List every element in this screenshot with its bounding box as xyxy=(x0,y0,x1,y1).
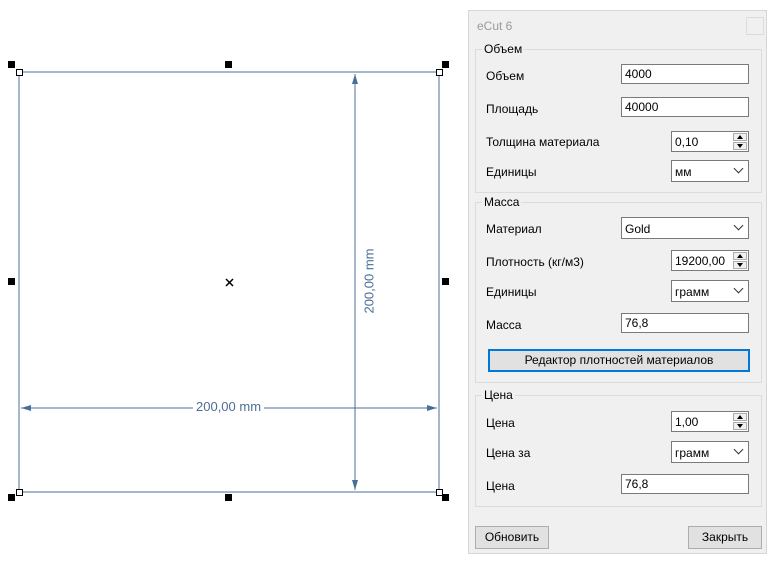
mass-label: Масса xyxy=(486,318,522,332)
handle-bottom-right[interactable] xyxy=(442,494,449,501)
material-select[interactable]: Gold xyxy=(621,217,749,239)
mass-units-select[interactable]: грамм xyxy=(671,280,749,302)
mass-group-title: Масса xyxy=(482,195,522,209)
density-value: 19200,00 xyxy=(675,254,726,268)
price-per-label: Цена за xyxy=(486,446,531,460)
mass-input[interactable]: 76,8 xyxy=(621,313,749,333)
panel-titlebar[interactable]: eCut 6 xyxy=(469,11,766,41)
mass-units-label: Единицы xyxy=(486,285,537,299)
close-button[interactable]: Закрыть xyxy=(688,526,762,549)
width-dimension-label: 200,00 mm xyxy=(193,400,265,414)
handle-top-center[interactable] xyxy=(225,61,232,68)
spin-down-icon[interactable] xyxy=(733,422,747,430)
density-editor-button[interactable]: Редактор плотностей материалов xyxy=(488,349,750,372)
area-label: Площадь xyxy=(486,102,539,116)
mass-group: Масса Материал Gold Плотность (кг/м3) 19… xyxy=(475,195,762,383)
handle-bottom-center[interactable] xyxy=(225,494,232,501)
spin-up-icon[interactable] xyxy=(733,252,747,260)
chevron-down-icon xyxy=(733,220,744,231)
price-group-title: Цена xyxy=(482,388,515,402)
node-bottom-right[interactable] xyxy=(436,489,443,496)
drawing-svg xyxy=(18,71,440,493)
chevron-down-icon xyxy=(733,283,744,294)
density-label: Плотность (кг/м3) xyxy=(486,255,584,269)
volume-group: Объем Объем 4000 Площадь 40000 Толщина м… xyxy=(475,42,762,193)
close-window-button[interactable] xyxy=(746,17,764,35)
material-value: Gold xyxy=(625,222,651,236)
density-spin-arrows[interactable] xyxy=(733,252,747,269)
price-per-select[interactable]: грамм xyxy=(671,441,749,463)
width-arrow-right xyxy=(427,405,437,411)
node-bottom-left[interactable] xyxy=(16,489,23,496)
handle-top-right[interactable] xyxy=(442,61,449,68)
panel-title: eCut 6 xyxy=(477,19,513,33)
chevron-down-icon xyxy=(733,444,744,455)
price-spin-arrows[interactable] xyxy=(733,413,747,430)
price-group: Цена Цена 1,00 Цена за грамм Цена 76,8 xyxy=(475,388,762,507)
total-price-input[interactable]: 76,8 xyxy=(621,474,749,494)
material-label: Материал xyxy=(486,222,542,236)
drawing-canvas[interactable]: 200,00 mm 200,00 mm xyxy=(0,0,466,570)
spin-down-icon[interactable] xyxy=(733,261,747,269)
handle-middle-left[interactable] xyxy=(8,278,15,285)
handle-middle-right[interactable] xyxy=(442,278,449,285)
spin-up-icon[interactable] xyxy=(733,133,747,141)
height-arrow-top xyxy=(352,74,358,84)
thickness-spinbox[interactable]: 0,10 xyxy=(671,131,749,152)
chevron-down-icon xyxy=(733,163,744,174)
price-per-value: грамм xyxy=(675,446,710,460)
volume-units-select[interactable]: мм xyxy=(671,160,749,182)
refresh-button[interactable]: Обновить xyxy=(475,526,549,549)
node-top-right[interactable] xyxy=(436,69,443,76)
height-arrow-bottom xyxy=(352,480,358,490)
thickness-value: 0,10 xyxy=(675,135,699,149)
price-spinbox[interactable]: 1,00 xyxy=(671,411,749,432)
volume-label: Объем xyxy=(486,69,525,83)
area-input[interactable]: 40000 xyxy=(621,97,749,117)
mass-units-value: грамм xyxy=(675,285,710,299)
spin-down-icon[interactable] xyxy=(733,142,747,150)
ecut-panel: eCut 6 Объем Объем 4000 Площадь 40000 То… xyxy=(468,10,767,554)
total-price-label: Цена xyxy=(486,479,515,493)
height-dimension-label: 200,00 mm xyxy=(362,245,377,317)
price-label: Цена xyxy=(486,416,515,430)
handle-bottom-left[interactable] xyxy=(8,494,15,501)
price-value: 1,00 xyxy=(675,415,699,429)
density-spinbox[interactable]: 19200,00 xyxy=(671,250,749,271)
volume-units-value: мм xyxy=(675,165,692,179)
width-arrow-left xyxy=(21,405,31,411)
volume-group-title: Объем xyxy=(482,42,525,56)
thickness-label: Толщина материала xyxy=(486,135,600,149)
node-top-left[interactable] xyxy=(16,69,23,76)
volume-input[interactable]: 4000 xyxy=(621,64,749,84)
volume-units-label: Единицы xyxy=(486,165,537,179)
spin-up-icon[interactable] xyxy=(733,413,747,421)
handle-top-left[interactable] xyxy=(8,61,15,68)
thickness-spin-arrows[interactable] xyxy=(733,133,747,150)
